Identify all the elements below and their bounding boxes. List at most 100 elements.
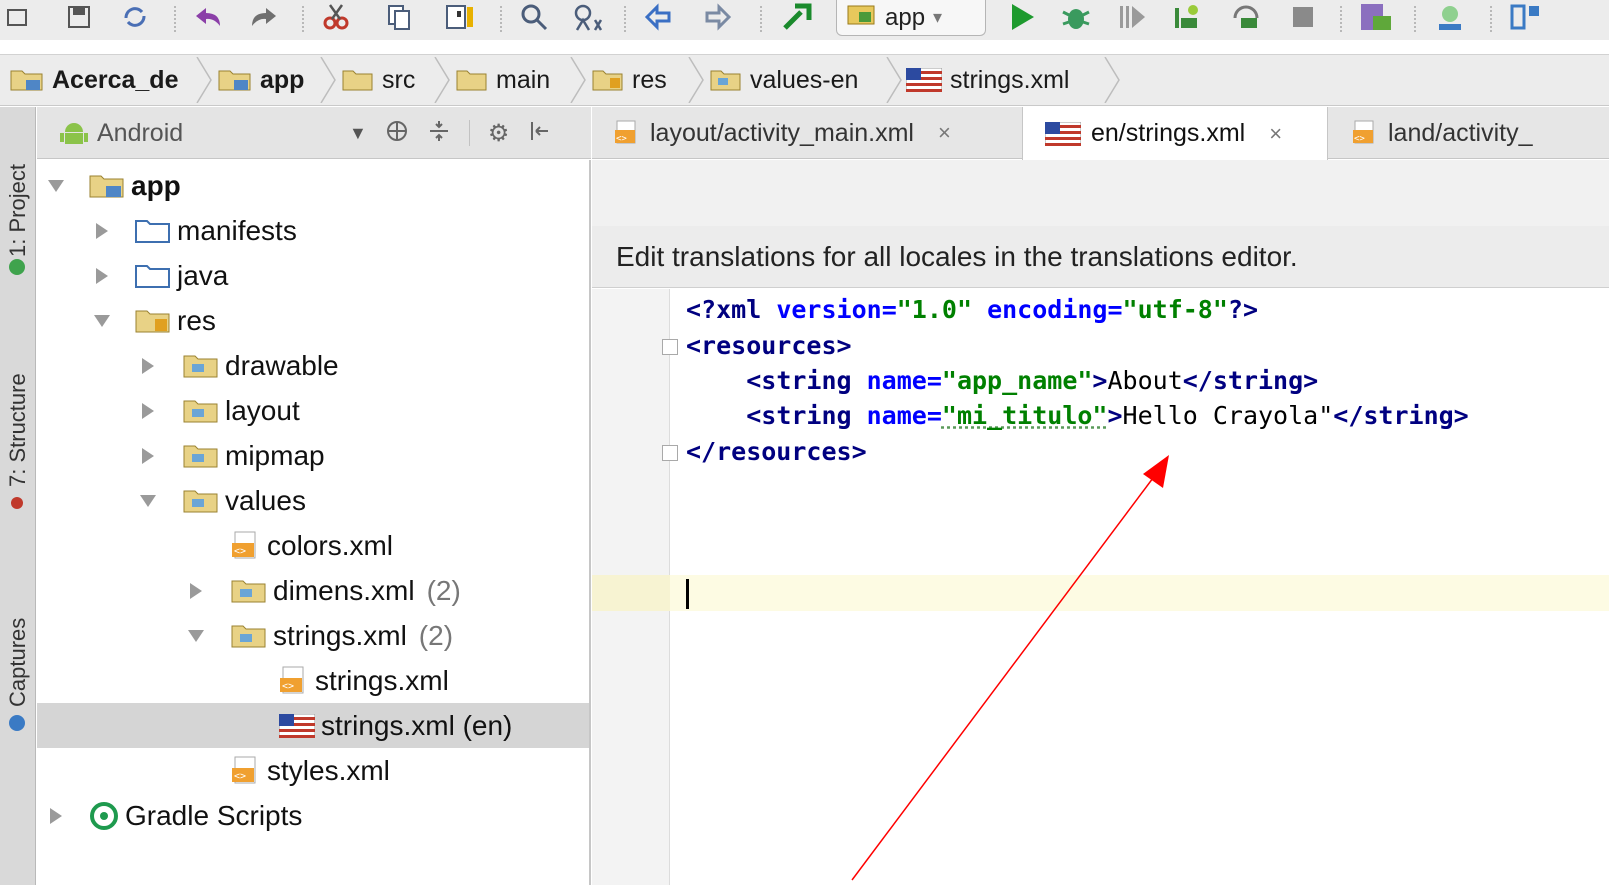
build-icon[interactable]	[776, 0, 816, 34]
svg-text:<>: <>	[234, 771, 246, 782]
undo-icon[interactable]	[190, 0, 226, 34]
project-tool-window-button[interactable]: 1: Project	[5, 164, 31, 257]
resource-dir-icon	[183, 445, 218, 467]
toolbar-separator	[302, 6, 304, 32]
profile-icon[interactable]	[1228, 0, 1264, 34]
navigation-breadcrumb: Acerca_de app src main res values-en str…	[0, 54, 1609, 106]
save-icon[interactable]	[64, 0, 94, 34]
tab-land-activity-main[interactable]: <> land/activity_	[1330, 107, 1609, 159]
tree-item-strings-xml-group[interactable]: strings.xml (2)	[37, 613, 589, 658]
collapsed-triangle-icon[interactable]	[185, 580, 207, 602]
tree-item-label: strings.xml (en)	[321, 709, 513, 741]
breadcrumb-item-strings-xml[interactable]: strings.xml	[906, 55, 1069, 105]
tab-layout-activity-main[interactable]: <> layout/activity_main.xml ×	[592, 107, 1022, 159]
xml-attr-eq: =	[926, 366, 942, 395]
tree-item-values[interactable]: values	[37, 478, 589, 523]
project-view-selector[interactable]: Android	[59, 107, 183, 159]
xml-tag: </resources>	[686, 437, 867, 466]
collapsed-triangle-icon[interactable]	[137, 355, 159, 377]
layout-inspector-icon[interactable]	[1506, 0, 1546, 34]
tree-item-java[interactable]: java	[37, 253, 589, 298]
sdk-manager-icon[interactable]	[1430, 0, 1470, 34]
svg-text:<>: <>	[234, 546, 246, 557]
fold-marker-icon[interactable]	[662, 339, 678, 355]
tree-item-label: layout	[225, 394, 300, 426]
breadcrumb-item-acerca-de[interactable]: Acerca_de	[10, 55, 178, 105]
open-folder-icon[interactable]	[4, 0, 30, 34]
resource-dir-icon	[183, 490, 218, 512]
tree-item-label: dimens.xml	[273, 574, 415, 606]
tree-item-app[interactable]: app	[37, 163, 589, 208]
tree-item-res[interactable]: res	[37, 298, 589, 343]
tree-item-count: (2)	[426, 574, 461, 606]
xml-file-icon: <>	[1353, 120, 1374, 144]
debug-icon[interactable]	[1058, 0, 1094, 34]
expanded-triangle-icon[interactable]	[45, 175, 67, 197]
expanded-triangle-icon[interactable]	[137, 490, 159, 512]
collapsed-triangle-icon[interactable]	[137, 445, 159, 467]
stop-icon[interactable]	[1286, 0, 1320, 34]
close-tab-icon[interactable]: ×	[938, 120, 951, 146]
expanded-triangle-icon[interactable]	[91, 310, 113, 332]
collapsed-triangle-icon[interactable]	[45, 805, 67, 827]
tree-item-drawable[interactable]: drawable	[37, 343, 589, 388]
fold-marker-icon[interactable]	[662, 445, 678, 461]
back-icon[interactable]	[640, 0, 676, 34]
tree-item-mipmap[interactable]: mipmap	[37, 433, 589, 478]
tree-item-strings-xml-default[interactable]: <> strings.xml	[37, 658, 589, 703]
breadcrumb-item-app[interactable]: app	[218, 55, 304, 105]
xml-decl-open: <?	[686, 295, 717, 324]
avd-manager-icon[interactable]	[1356, 0, 1396, 34]
apply-changes-icon[interactable]	[1170, 0, 1206, 34]
breadcrumb-item-values-en[interactable]: values-en	[710, 55, 858, 105]
tree-item-strings-xml-en[interactable]: strings.xml (en)	[37, 703, 589, 748]
code-editor[interactable]: <?xml version="1.0" encoding="utf-8"?> <…	[592, 289, 1609, 885]
sync-icon[interactable]	[118, 0, 152, 34]
gear-icon[interactable]: ⚙	[488, 119, 510, 148]
collapsed-triangle-icon[interactable]	[137, 400, 159, 422]
notice-text: Edit translations for all locales in the…	[616, 240, 1298, 272]
collapse-all-icon[interactable]	[427, 119, 451, 148]
collapsed-triangle-icon[interactable]	[91, 265, 113, 287]
redo-icon[interactable]	[246, 0, 282, 34]
expanded-triangle-icon[interactable]	[185, 625, 207, 647]
run-configuration-select[interactable]: app ▾	[836, 0, 986, 36]
run-config-icon	[847, 2, 877, 33]
run-icon[interactable]	[1004, 0, 1040, 34]
breadcrumb-item-src[interactable]: src	[342, 55, 415, 105]
breadcrumb-item-res[interactable]: res	[592, 55, 667, 105]
xml-attr-eq: =	[1107, 295, 1123, 324]
toolbar-separator	[1414, 6, 1416, 32]
tree-item-colors-xml[interactable]: <> colors.xml	[37, 523, 589, 568]
captures-tool-window-button[interactable]: Captures	[5, 618, 31, 707]
tree-item-manifests[interactable]: manifests	[37, 208, 589, 253]
cut-icon[interactable]	[318, 0, 354, 34]
structure-tool-window-button[interactable]: 7: Structure	[5, 373, 31, 487]
copy-icon[interactable]	[382, 0, 416, 34]
forward-icon[interactable]	[700, 0, 736, 34]
breadcrumb-label: app	[260, 65, 305, 94]
tree-item-layout[interactable]: layout	[37, 388, 589, 433]
module-folder-icon	[89, 175, 124, 197]
paste-icon[interactable]	[440, 0, 480, 34]
breadcrumb-item-main[interactable]: main	[456, 55, 550, 105]
tree-item-gradle-scripts[interactable]: Gradle Scripts	[37, 793, 589, 838]
collapsed-triangle-icon[interactable]	[91, 220, 113, 242]
gradle-icon	[90, 801, 118, 830]
replace-icon[interactable]	[568, 0, 606, 34]
hide-panel-icon[interactable]	[527, 119, 551, 148]
chevron-down-icon[interactable]: ▼	[349, 123, 367, 144]
scroll-from-source-icon[interactable]	[385, 119, 409, 148]
run-config-label: app	[885, 3, 926, 31]
module-folder-icon	[10, 70, 43, 91]
tree-item-dimens-xml[interactable]: dimens.xml (2)	[37, 568, 589, 613]
tree-item-styles-xml[interactable]: <> styles.xml	[37, 748, 589, 793]
tree-item-label: colors.xml	[267, 529, 394, 561]
close-tab-icon[interactable]: ×	[1269, 121, 1282, 147]
breadcrumb-label: src	[382, 65, 416, 94]
tab-en-strings-xml[interactable]: en/strings.xml ×	[1022, 107, 1328, 160]
attach-debugger-icon[interactable]	[1114, 0, 1150, 34]
translations-editor-notice[interactable]: Edit translations for all locales in the…	[592, 226, 1609, 288]
search-icon[interactable]	[516, 0, 552, 34]
folder-icon	[135, 219, 170, 243]
